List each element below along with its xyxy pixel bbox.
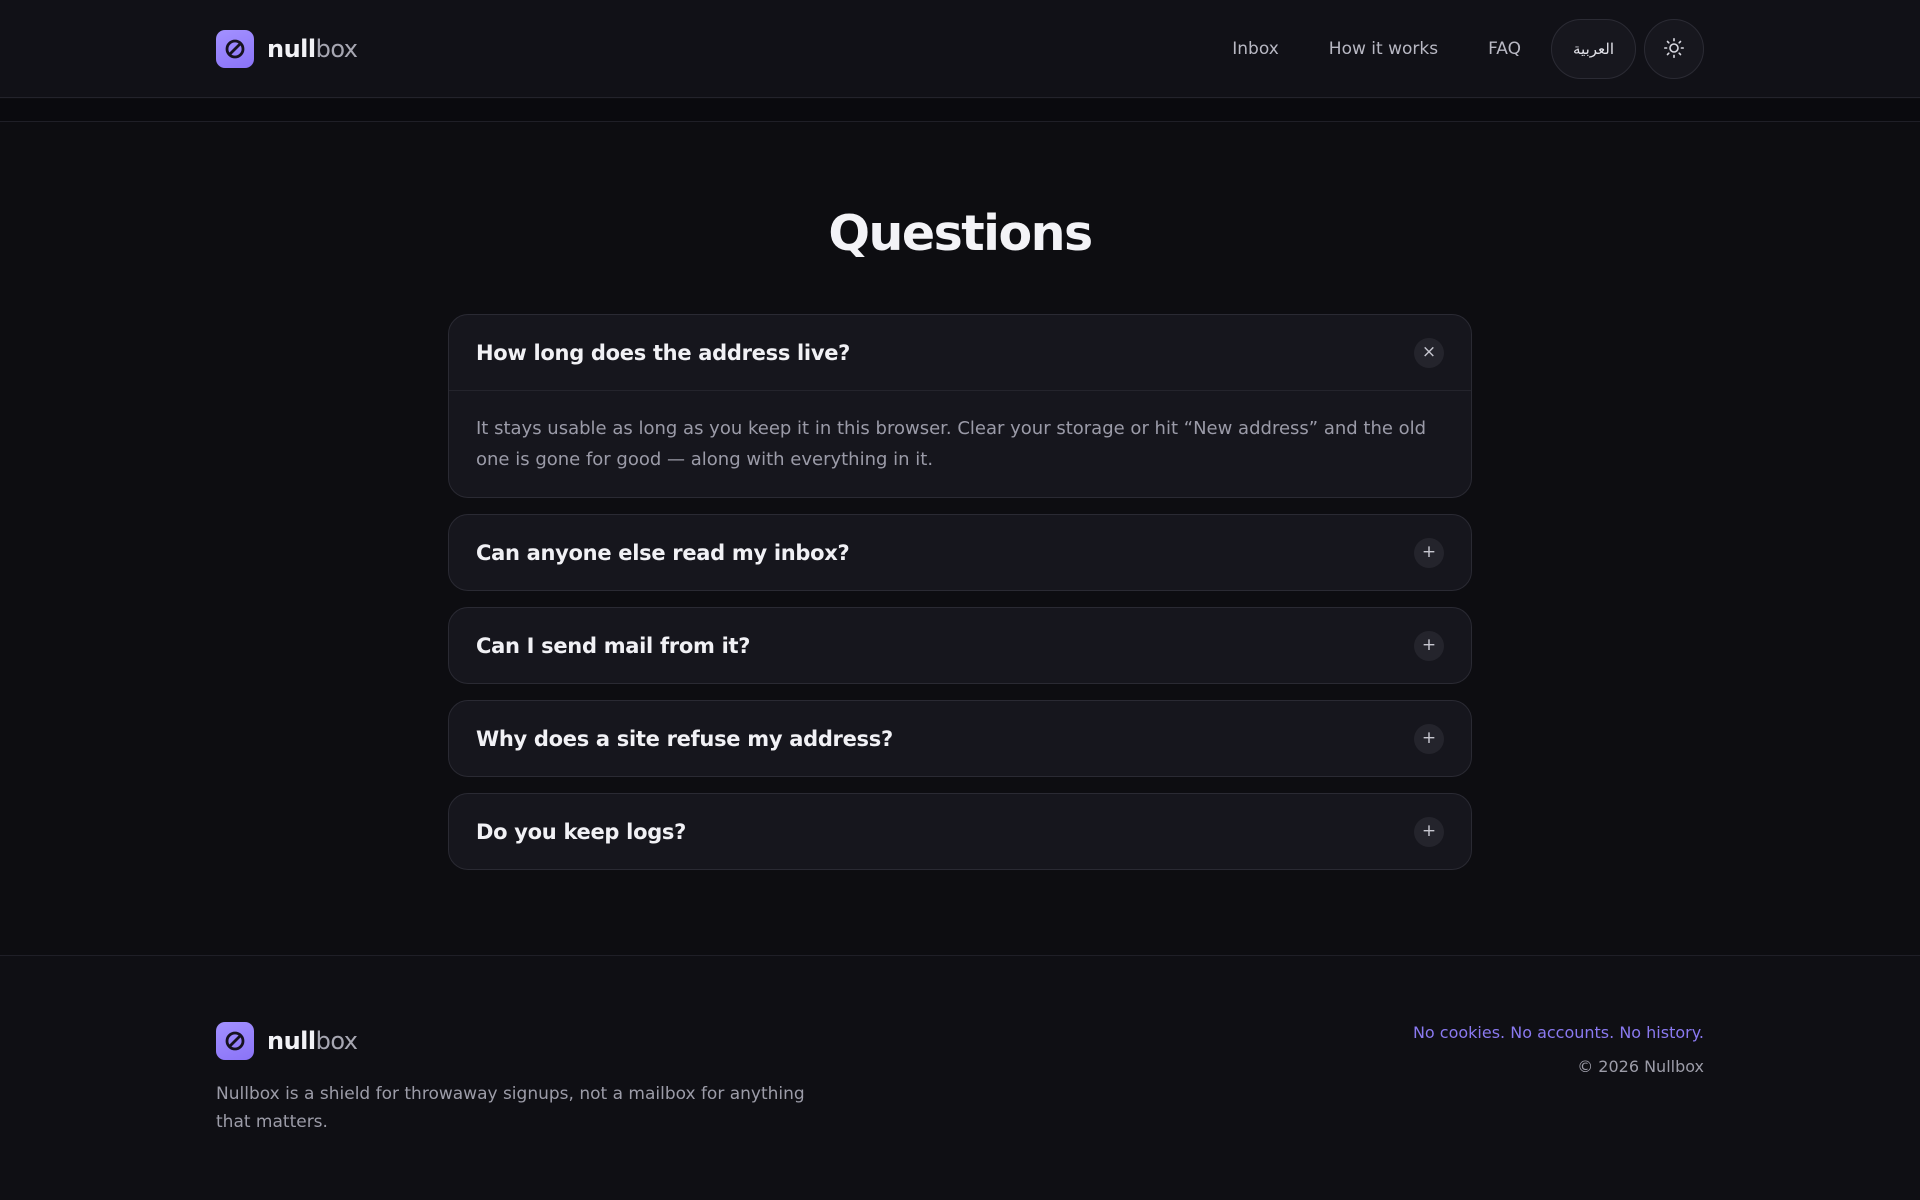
faq-item-inbox-privacy: Can anyone else read my inbox? + [448,514,1472,591]
slashed-circle-icon [216,1022,254,1060]
footer-brand: nullbox [216,1022,358,1060]
faq-question-row[interactable]: Can anyone else read my inbox? + [449,515,1471,590]
brand-name-light: box [315,35,358,63]
sun-icon [1663,37,1685,62]
nav-link-faq[interactable]: FAQ [1488,40,1521,58]
plus-icon[interactable]: + [1414,816,1444,847]
nav-link-inbox[interactable]: Inbox [1232,40,1279,58]
faq-item-logs: Do you keep logs? + [448,793,1472,870]
footer-tagline: No cookies. No accounts. No history. [1412,1023,1704,1042]
footer-copyright: © 2026 Nullbox [1577,1057,1704,1076]
plus-icon[interactable]: + [1414,630,1444,661]
faq-question: Can anyone else read my inbox? [476,540,850,565]
faq-question-row[interactable]: Do you keep logs? + [449,794,1471,869]
main-nav: Inbox How it works FAQ العربية [1232,19,1704,79]
slashed-circle-icon [216,30,254,68]
faq-answer: It stays usable as long as you keep it i… [449,390,1471,497]
faq-list: How long does the address live? × It sta… [448,314,1472,886]
theme-toggle-button[interactable] [1644,19,1704,79]
faq-item-address-lifetime: How long does the address live? × It sta… [448,314,1472,498]
page-footer: nullbox Nullbox is a shield for throwawa… [0,955,1920,1200]
footer-description: Nullbox is a shield for throwaway signup… [216,1084,805,1132]
faq-question-row[interactable]: Why does a site refuse my address? + [449,701,1471,776]
plus-icon[interactable]: + [1414,723,1444,754]
faq-question: How long does the address live? [476,340,851,365]
brand-wordmark: nullbox [267,37,358,61]
plus-icon[interactable]: + [1414,537,1444,568]
footer-wordmark: nullbox [267,1029,358,1053]
faq-item-address-refused: Why does a site refuse my address? + [448,700,1472,777]
close-icon[interactable]: × [1414,337,1444,368]
brand-home-link[interactable]: nullbox [216,30,358,68]
faq-item-send-mail: Can I send mail from it? + [448,607,1472,684]
brand-name-strong: null [267,1027,316,1055]
language-toggle-button[interactable]: العربية [1551,19,1636,79]
faq-question-row[interactable]: How long does the address live? × [449,315,1471,390]
faq-question: Can I send mail from it? [476,633,751,658]
top-navigation-bar: nullbox Inbox How it works FAQ العربية [0,0,1920,98]
brand-name-light: box [315,1027,358,1055]
faq-question-row[interactable]: Can I send mail from it? + [449,608,1471,683]
faq-question: Do you keep logs? [476,819,687,844]
header-content: nullbox Inbox How it works FAQ العربية [216,19,1704,79]
faq-title: Questions [828,205,1093,262]
header-divider-band [0,99,1920,122]
brand-name-strong: null [267,35,316,63]
faq-question: Why does a site refuse my address? [476,726,893,751]
nav-link-how-it-works[interactable]: How it works [1329,40,1438,58]
